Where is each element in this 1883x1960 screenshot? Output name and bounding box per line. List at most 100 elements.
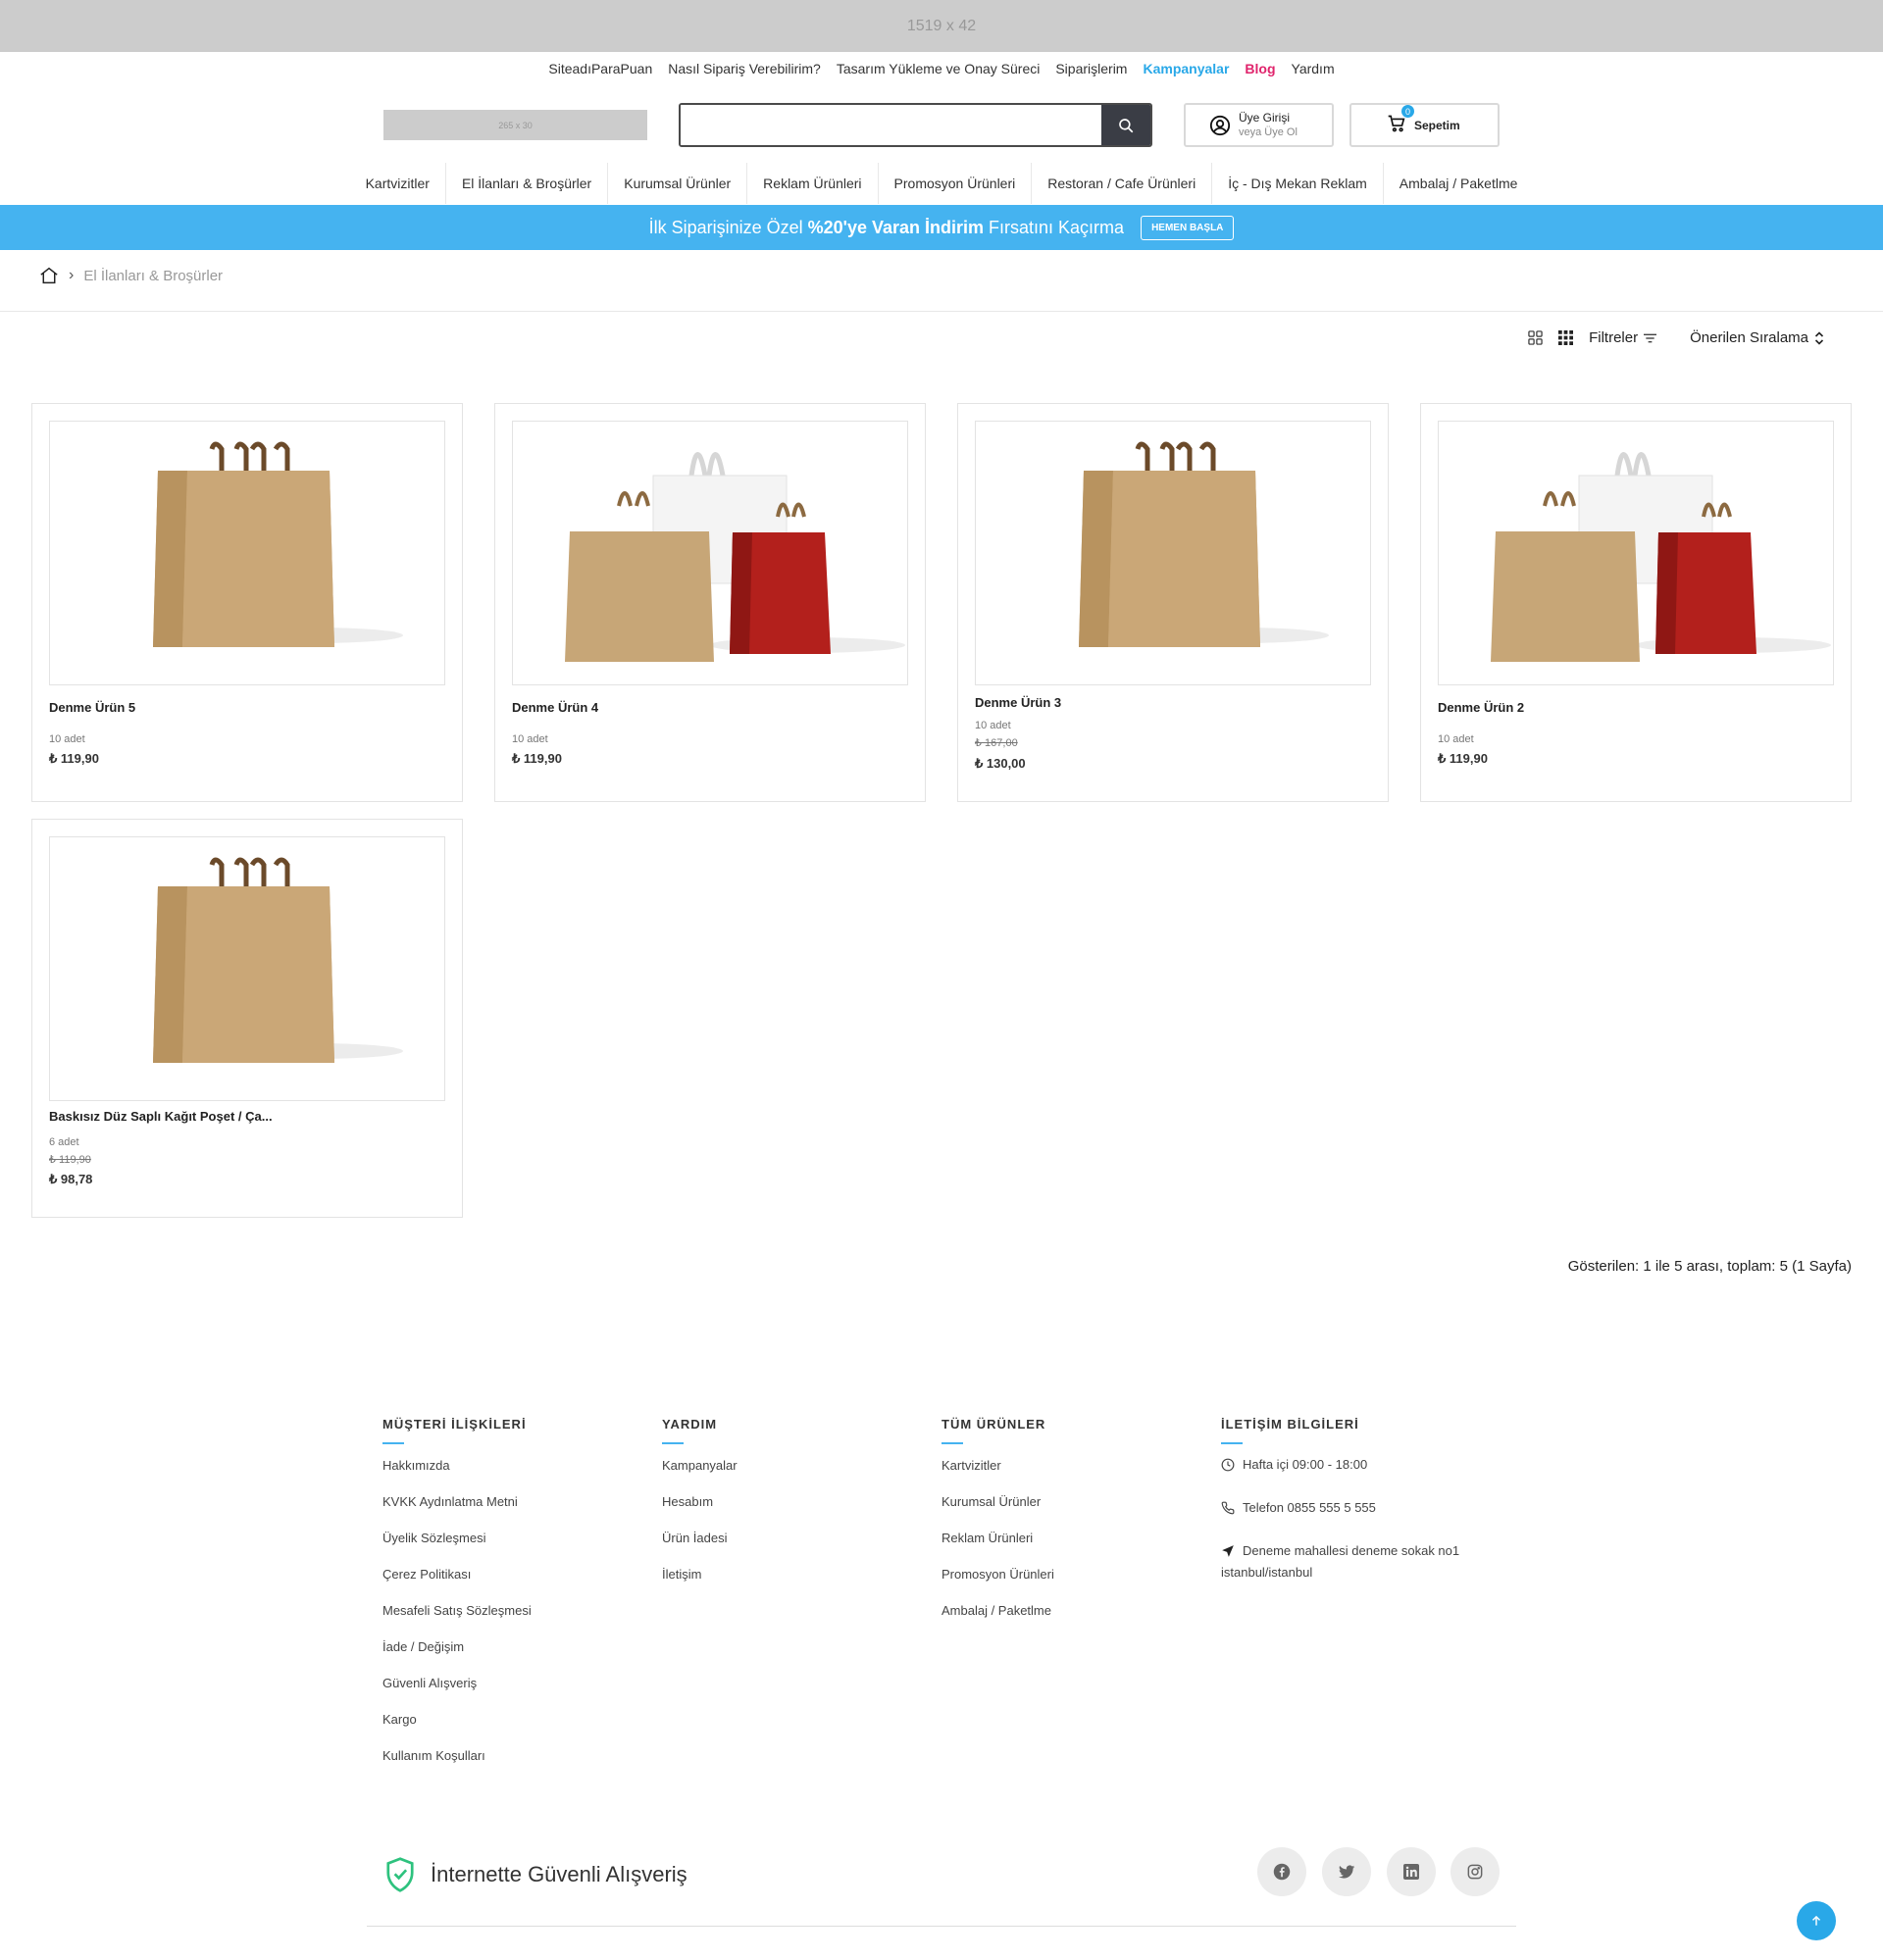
- contact-hours-text: Hafta içi 09:00 - 18:00: [1243, 1457, 1368, 1472]
- footer-link-promotion[interactable]: Promosyon Ürünleri: [942, 1567, 1054, 1582]
- phone-icon: [1221, 1501, 1235, 1515]
- product-card[interactable]: Denme Ürün 5 10 adet ₺ 119,90: [31, 403, 463, 802]
- search-icon: [1119, 118, 1134, 132]
- category-packaging[interactable]: Ambalaj / Paketlme: [1384, 163, 1534, 204]
- grid-small-icon[interactable]: [1558, 330, 1574, 345]
- product-image[interactable]: [975, 421, 1371, 685]
- product-card[interactable]: Denme Ürün 4 10 adet ₺ 119,90: [494, 403, 926, 802]
- kraft-bag-image: [153, 857, 403, 1063]
- facebook-icon: [1273, 1863, 1291, 1881]
- top-link-design-upload[interactable]: Tasarım Yükleme ve Onay Süreci: [837, 61, 1041, 76]
- instagram-icon: [1467, 1864, 1483, 1880]
- top-link-help[interactable]: Yardım: [1292, 61, 1335, 76]
- product-price: ₺ 98,78: [49, 1172, 93, 1186]
- shield-check-icon: [386, 1857, 414, 1892]
- top-link-orders[interactable]: Siparişlerim: [1055, 61, 1127, 76]
- top-link-parapuan[interactable]: SiteadıParaPuan: [548, 61, 652, 76]
- footer-link-terms[interactable]: Kullanım Koşulları: [382, 1748, 532, 1763]
- contact-hours: Hafta içi 09:00 - 18:00: [1221, 1454, 1496, 1476]
- footer-help: YARDIM Kampanyalar Hesabım Ürün İadesi İ…: [662, 1417, 738, 1603]
- instagram-button[interactable]: [1450, 1847, 1500, 1896]
- filter-icon: [1644, 333, 1657, 342]
- footer-link-kvkk[interactable]: KVKK Aydınlatma Metni: [382, 1494, 532, 1509]
- bags-group-image: [565, 452, 905, 662]
- home-icon[interactable]: [39, 267, 59, 284]
- login-button[interactable]: Üye Girişi veya Üye Ol: [1184, 103, 1334, 147]
- scroll-to-top-button[interactable]: [1797, 1901, 1836, 1940]
- product-name[interactable]: Denme Ürün 4: [512, 700, 598, 715]
- kraft-bag-image: [153, 441, 403, 647]
- footer-link-contact[interactable]: İletişim: [662, 1567, 738, 1582]
- product-old-price: ₺ 167,00: [975, 737, 1018, 749]
- top-links: SiteadıParaPuan Nasıl Sipariş Verebiliri…: [0, 52, 1883, 85]
- footer-link-secure-shopping[interactable]: Güvenli Alışveriş: [382, 1676, 532, 1690]
- register-label: veya Üye Ol: [1239, 126, 1298, 138]
- product-quantity: 10 adet: [1438, 733, 1474, 745]
- contact-phone: Telefon 0855 555 5 555: [1221, 1497, 1496, 1519]
- top-link-blog[interactable]: Blog: [1245, 61, 1275, 76]
- twitter-button[interactable]: [1322, 1847, 1371, 1896]
- product-card[interactable]: Denme Ürün 3 10 adet ₺ 167,00 ₺ 130,00: [957, 403, 1389, 802]
- product-name[interactable]: Denme Ürün 3: [975, 695, 1061, 710]
- category-flyers[interactable]: El İlanları & Broşürler: [446, 163, 609, 204]
- footer-contact: İLETİŞİM BİLGİLERİ Hafta içi 09:00 - 18:…: [1221, 1417, 1496, 1605]
- footer-link-membership[interactable]: Üyelik Sözleşmesi: [382, 1531, 532, 1545]
- footer-link-product-return[interactable]: Ürün İadesi: [662, 1531, 738, 1545]
- contact-phone-text[interactable]: Telefon 0855 555 5 555: [1243, 1497, 1376, 1519]
- linkedin-button[interactable]: [1387, 1847, 1436, 1896]
- category-promotion[interactable]: Promosyon Ürünleri: [879, 163, 1033, 204]
- clock-icon: [1221, 1458, 1235, 1472]
- product-name[interactable]: Baskısız Düz Saplı Kağıt Poşet / Ça...: [49, 1109, 273, 1124]
- footer-link-corporate[interactable]: Kurumsal Ürünler: [942, 1494, 1054, 1509]
- promo-bar: İlk Siparişinize Özel %20'ye Varan İndir…: [0, 205, 1883, 250]
- product-name[interactable]: Denme Ürün 2: [1438, 700, 1524, 715]
- footer-link-returns[interactable]: İade / Değişim: [382, 1639, 532, 1654]
- product-card[interactable]: Baskısız Düz Saplı Kağıt Poşet / Ça... 6…: [31, 819, 463, 1218]
- product-price: ₺ 119,90: [512, 751, 562, 766]
- footer-link-shipping[interactable]: Kargo: [382, 1712, 532, 1727]
- footer-customer-relations: MÜŞTERİ İLİŞKİLERİ Hakkımızda KVKK Aydın…: [382, 1417, 532, 1784]
- cart-icon-wrap: 0: [1387, 105, 1414, 136]
- footer-link-business-cards[interactable]: Kartvizitler: [942, 1458, 1054, 1473]
- twitter-icon: [1338, 1864, 1354, 1879]
- search-button[interactable]: [1101, 105, 1150, 145]
- heading-underline: [942, 1442, 963, 1444]
- footer-heading: MÜŞTERİ İLİŞKİLERİ: [382, 1417, 527, 1432]
- footer-link-distance-sales[interactable]: Mesafeli Satış Sözleşmesi: [382, 1603, 532, 1618]
- search-input[interactable]: [681, 105, 1101, 145]
- product-card[interactable]: Denme Ürün 2 10 adet ₺ 119,90: [1420, 403, 1852, 802]
- footer-link-account[interactable]: Hesabım: [662, 1494, 738, 1509]
- category-corporate[interactable]: Kurumsal Ürünler: [608, 163, 748, 204]
- secure-shopping-text: İnternette Güvenli Alışveriş: [431, 1862, 687, 1886]
- heading-underline: [1221, 1442, 1243, 1444]
- footer-link-advertising[interactable]: Reklam Ürünleri: [942, 1531, 1054, 1545]
- category-advertising[interactable]: Reklam Ürünleri: [747, 163, 879, 204]
- footer-link-about[interactable]: Hakkımızda: [382, 1458, 532, 1473]
- footer-link-cookies[interactable]: Çerez Politikası: [382, 1567, 532, 1582]
- sort-dropdown[interactable]: Önerilen Sıralama: [1690, 329, 1824, 346]
- login-label: Üye Girişi: [1239, 110, 1291, 125]
- footer-link-campaigns[interactable]: Kampanyalar: [662, 1458, 738, 1473]
- product-image[interactable]: [49, 836, 445, 1101]
- category-indoor-outdoor[interactable]: İç - Dış Mekan Reklam: [1212, 163, 1384, 204]
- filters-button[interactable]: Filtreler: [1589, 329, 1657, 346]
- logo-placeholder[interactable]: 265 x 30: [383, 110, 647, 140]
- top-link-how-to-order[interactable]: Nasıl Sipariş Verebilirim?: [668, 61, 821, 76]
- product-image[interactable]: [512, 421, 908, 685]
- product-image[interactable]: [49, 421, 445, 685]
- footer-heading: TÜM ÜRÜNLER: [942, 1417, 1046, 1432]
- facebook-button[interactable]: [1257, 1847, 1306, 1896]
- promo-start-button[interactable]: HEMEN BAŞLA: [1141, 215, 1235, 240]
- sort-label: Önerilen Sıralama: [1690, 329, 1808, 346]
- product-image[interactable]: [1438, 421, 1834, 685]
- secure-shopping: İnternette Güvenli Alışveriş: [383, 1856, 687, 1893]
- category-business-cards[interactable]: Kartvizitler: [350, 163, 446, 204]
- results-summary: Gösterilen: 1 ile 5 arası, toplam: 5 (1 …: [1567, 1258, 1852, 1275]
- cart-button[interactable]: 0 Sepetim: [1349, 103, 1500, 147]
- top-link-campaigns[interactable]: Kampanyalar: [1143, 61, 1229, 76]
- product-name[interactable]: Denme Ürün 5: [49, 700, 135, 715]
- product-price: ₺ 119,90: [1438, 751, 1488, 766]
- footer-link-packaging[interactable]: Ambalaj / Paketlme: [942, 1603, 1054, 1618]
- grid-large-icon[interactable]: [1528, 330, 1543, 345]
- category-restaurant[interactable]: Restoran / Cafe Ürünleri: [1032, 163, 1213, 204]
